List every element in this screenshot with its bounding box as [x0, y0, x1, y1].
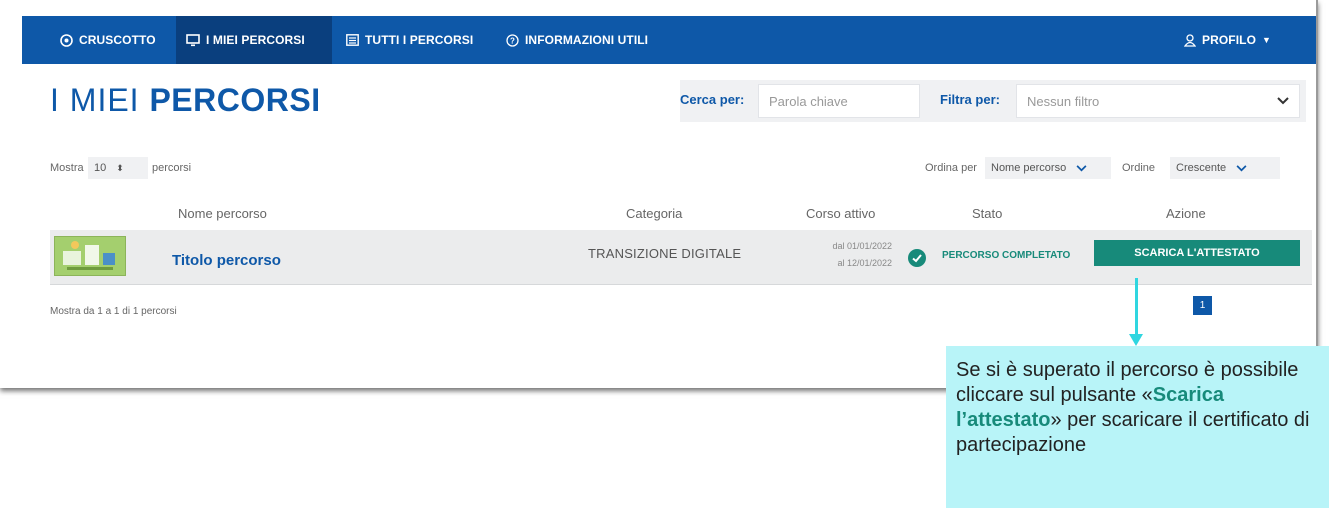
date-to: al 12/01/2022	[837, 258, 892, 268]
arrow-down-icon	[1129, 334, 1143, 346]
filter-value: Nessun filtro	[1027, 93, 1100, 109]
title-light: I MIEI	[50, 82, 150, 118]
title-bold: PERCORSI	[149, 82, 321, 118]
search-label: Cerca per:	[680, 92, 745, 107]
show-prefix: Mostra	[50, 162, 84, 174]
chevron-down-icon	[1076, 164, 1087, 171]
updown-icon: ⬍	[116, 162, 124, 173]
nav-item-cruscotto[interactable]: CRUSCOTTO	[50, 16, 166, 64]
nav-item-miei-percorsi[interactable]: I MIEI PERCORSI	[176, 16, 332, 64]
search-bar: Cerca per: Parola chiave Filtra per: Nes…	[680, 80, 1306, 122]
check-circle-icon	[908, 249, 926, 267]
filter-label: Filtra per:	[940, 92, 1000, 107]
course-thumbnail	[54, 236, 126, 276]
nav-item-informazioni-utili[interactable]: ? INFORMAZIONI UTILI	[496, 16, 658, 64]
column-header-nome[interactable]: Nome percorso	[178, 206, 267, 221]
search-placeholder: Parola chiave	[769, 93, 848, 109]
callout-arrow-line	[1135, 278, 1138, 336]
top-navbar: CRUSCOTTO I MIEI PERCORSI TUTTI I PERCOR…	[22, 16, 1316, 64]
course-title-link[interactable]: Titolo percorso	[172, 252, 281, 269]
app-window: CRUSCOTTO I MIEI PERCORSI TUTTI I PERCOR…	[0, 0, 1318, 388]
instruction-callout: Se si è superato il percorso è possibile…	[946, 346, 1329, 508]
profile-label: PROFILO	[1202, 33, 1257, 47]
pagination-page-1[interactable]: 1	[1193, 296, 1212, 315]
list-icon	[346, 34, 359, 46]
order-value: Crescente	[1176, 162, 1227, 174]
date-from: dal 01/01/2022	[832, 241, 892, 251]
caret-down-icon: ▼	[1262, 35, 1272, 45]
page-size-value: 10	[94, 162, 107, 174]
callout-text-1: Se si è superato il percorso è possibile…	[956, 359, 1299, 406]
nav-label: TUTTI I PERCORSI	[365, 33, 474, 47]
sort-select[interactable]: Nome percorso	[985, 157, 1111, 179]
monitor-icon	[186, 33, 200, 46]
download-certificate-button[interactable]: SCARICA L'ATTESTATO	[1094, 240, 1300, 266]
course-illustration-icon	[63, 241, 115, 270]
order-select[interactable]: Crescente	[1170, 157, 1280, 179]
course-category: TRANSIZIONE DIGITALE	[588, 246, 742, 261]
nav-item-tutti-percorsi[interactable]: TUTTI I PERCORSI	[336, 16, 483, 64]
search-input[interactable]: Parola chiave	[758, 84, 920, 118]
column-header-corso-attivo[interactable]: Corso attivo	[806, 206, 875, 221]
nav-label: CRUSCOTTO	[79, 33, 156, 47]
pagination-summary: Mostra da 1 a 1 di 1 percorsi	[50, 306, 177, 317]
sort-value: Nome percorso	[991, 162, 1067, 174]
page-size-select[interactable]: 10 ⬍	[88, 157, 148, 179]
dashboard-icon	[60, 33, 73, 47]
svg-text:?: ?	[510, 36, 515, 45]
order-label: Ordine	[1122, 162, 1156, 174]
nav-label: I MIEI PERCORSI	[206, 33, 305, 47]
sort-label: Ordina per	[925, 162, 977, 174]
column-header-categoria[interactable]: Categoria	[626, 206, 682, 221]
show-suffix: percorsi	[152, 162, 192, 174]
nav-label: INFORMAZIONI UTILI	[525, 33, 649, 47]
help-icon: ?	[506, 33, 519, 47]
page-title: I MIEI PERCORSI	[50, 82, 321, 119]
status-badge: PERCORSO COMPLETATO	[942, 250, 1071, 261]
column-header-stato[interactable]: Stato	[972, 206, 1002, 221]
chevron-down-icon	[1277, 97, 1289, 105]
chevron-down-icon	[1236, 164, 1247, 171]
user-icon	[1184, 33, 1196, 47]
profile-menu[interactable]: PROFILO ▼	[1174, 16, 1281, 64]
column-header-azione[interactable]: Azione	[1166, 206, 1206, 221]
filter-select[interactable]: Nessun filtro	[1016, 84, 1300, 118]
course-dates: dal 01/01/2022 al 12/01/2022	[796, 238, 892, 272]
